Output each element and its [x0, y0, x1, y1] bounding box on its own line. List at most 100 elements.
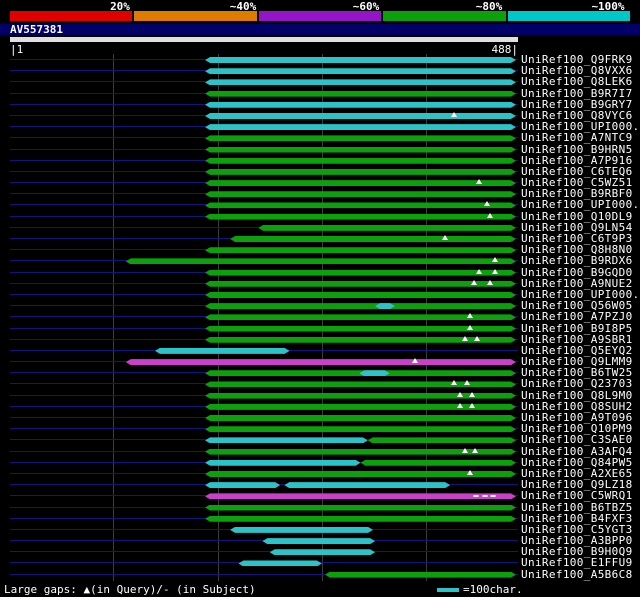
- query-gap-marker: [456, 391, 463, 397]
- subject-gap-marker: [482, 495, 488, 498]
- alignment-bar-cyan[interactable]: [205, 482, 280, 488]
- query-gap-marker: [463, 380, 470, 386]
- alignment-bar-cyan[interactable]: [205, 437, 368, 443]
- alignment-bar-green[interactable]: [205, 281, 516, 287]
- alignment-bar-cyan[interactable]: [230, 527, 373, 533]
- alignment-row: UniRef100_B9HRN5: [0, 143, 640, 155]
- alignment-bar-green[interactable]: [205, 135, 516, 141]
- scale-label-20: 20%: [110, 0, 130, 13]
- alignment-rows: UniRef100_Q9FRK9 UniRef100_Q8VXX6 UniRef10…: [0, 54, 640, 581]
- query-gap-marker: [451, 111, 458, 117]
- alignment-bar-cyan[interactable]: [155, 348, 290, 354]
- hit-label[interactable]: UniRef100_C5WRQ1: [521, 490, 633, 501]
- alignment-row: UniRef100_B9RDX6: [0, 255, 640, 267]
- query-gap-marker: [461, 447, 468, 453]
- hit-label[interactable]: UniRef100_Q8LEK6: [521, 76, 633, 87]
- query-gap-marker: [461, 335, 468, 341]
- alignment-bar-green[interactable]: [205, 303, 516, 309]
- alignment-bar-green[interactable]: [205, 449, 516, 455]
- alignment-bar-green[interactable]: [205, 180, 516, 186]
- alignment-bar-green[interactable]: [205, 292, 516, 298]
- alignment-bar-cyan[interactable]: [262, 538, 375, 544]
- alignment-row: UniRef100_B9I8P5: [0, 322, 640, 334]
- alignment-bar-green[interactable]: [205, 270, 516, 276]
- query-gap-marker: [483, 201, 490, 207]
- alignment-bar-green[interactable]: [230, 236, 516, 242]
- alignment-bar-cyan[interactable]: [205, 68, 516, 74]
- query-gap-marker: [451, 380, 458, 386]
- query-gap-marker: [467, 469, 474, 475]
- row-baseline: [10, 551, 518, 553]
- query-gap-marker: [411, 358, 418, 364]
- alignment-bar-magenta[interactable]: [126, 359, 516, 365]
- query-gap-marker: [492, 257, 499, 263]
- query-gap-marker: [441, 235, 448, 240]
- alignment-bar-green[interactable]: [205, 91, 516, 97]
- hit-label[interactable]: UniRef100_UPI000..: [521, 199, 640, 210]
- scale-label-80: ~80%: [475, 0, 503, 13]
- alignment-bar-cyan[interactable]: [205, 57, 516, 63]
- alignment-bar-cyan[interactable]: [205, 102, 516, 108]
- alignment-bar-green[interactable]: [360, 460, 515, 466]
- alignment-bar-green[interactable]: [205, 505, 516, 511]
- alignment-bar-cyan[interactable]: [205, 79, 516, 85]
- query-gap-marker: [469, 391, 476, 397]
- alignment-bar-green[interactable]: [258, 225, 516, 231]
- query-gap-marker: [456, 402, 463, 408]
- alignment-row: UniRef100_Q8LEK6: [0, 76, 640, 88]
- alignment-bar-green[interactable]: [205, 516, 516, 522]
- subject-gap-marker: [473, 495, 479, 498]
- query-gap-marker: [474, 335, 481, 341]
- alignment-bar-green[interactable]: [368, 437, 516, 443]
- subject-gap-marker: [490, 495, 496, 498]
- hit-label[interactable]: UniRef100_A7PZJ0: [521, 311, 633, 322]
- blast-hit-overview: 20% ~40% ~60% ~80% ~100% AV557381 |1 488…: [0, 0, 640, 597]
- query-gap-marker: [467, 313, 474, 319]
- query-bar[interactable]: [10, 37, 518, 42]
- alignment-bar-cyan[interactable]: [205, 460, 360, 466]
- alignment-row: UniRef100_E1FFU9: [0, 557, 640, 569]
- alignment-bar-green[interactable]: [205, 337, 516, 343]
- hit-label[interactable]: UniRef100_A5B6C8: [521, 568, 633, 579]
- hit-label[interactable]: UniRef100_B9RDX6: [521, 255, 633, 266]
- query-gap-marker: [472, 447, 479, 453]
- alignment-row: UniRef100_A7NTC9: [0, 132, 640, 144]
- query-name: AV557381: [10, 23, 63, 36]
- alignment-bar-cyan[interactable]: [284, 482, 450, 488]
- hit-label[interactable]: UniRef100_Q23703: [521, 378, 633, 389]
- alignment-row: UniRef100_B6TBZ5: [0, 501, 640, 513]
- alignment-row: UniRef100_A5B6C8: [0, 568, 640, 580]
- alignment-bar-green[interactable]: [205, 202, 516, 208]
- hit-label[interactable]: UniRef100_E1FFU9: [521, 557, 633, 568]
- footer: Large gaps: ▲(in Query)/- (in Subject) =…: [0, 581, 640, 597]
- query-gap-marker: [486, 212, 493, 218]
- alignment-bar-green[interactable]: [205, 158, 516, 164]
- hit-label[interactable]: UniRef100_C3SAE0: [521, 434, 633, 445]
- alignment-row: UniRef100_C5WRQ1: [0, 490, 640, 502]
- query-gap-marker: [467, 324, 474, 330]
- alignment-row: UniRef100_C3SAE0: [0, 434, 640, 446]
- alignment-bar-green[interactable]: [126, 258, 516, 264]
- alignment-bar-green[interactable]: [205, 415, 516, 421]
- query-name-strip: AV557381: [0, 24, 640, 35]
- scale-legend-bar-icon: [437, 588, 459, 592]
- alignment-bar-magenta[interactable]: [205, 493, 516, 499]
- alignment-row: UniRef100_A7PZJ0: [0, 311, 640, 323]
- query-gap-marker: [476, 268, 483, 274]
- alignment-bar-green[interactable]: [205, 214, 516, 220]
- alignment-bar-green[interactable]: [205, 247, 516, 253]
- alignment-bar-green[interactable]: [205, 426, 516, 432]
- alignment-bar-cyan[interactable]: [205, 113, 516, 119]
- scale-legend-text: =100char.: [463, 583, 523, 596]
- alignment-bar-green[interactable]: [205, 191, 516, 197]
- alignment-bar-green[interactable]: [325, 572, 516, 578]
- hit-label[interactable]: UniRef100_A7NTC9: [521, 132, 633, 143]
- alignment-bar-cyan[interactable]: [238, 560, 321, 566]
- scale-label-40: ~40%: [229, 0, 257, 13]
- alignment-bar-green[interactable]: [205, 147, 516, 153]
- alignment-bar-cyan[interactable]: [270, 549, 375, 555]
- alignment-bar-green[interactable]: [205, 169, 516, 175]
- query-gap-marker: [469, 402, 476, 408]
- alignment-bar-cyan[interactable]: [359, 370, 389, 376]
- alignment-bar-cyan[interactable]: [205, 124, 516, 130]
